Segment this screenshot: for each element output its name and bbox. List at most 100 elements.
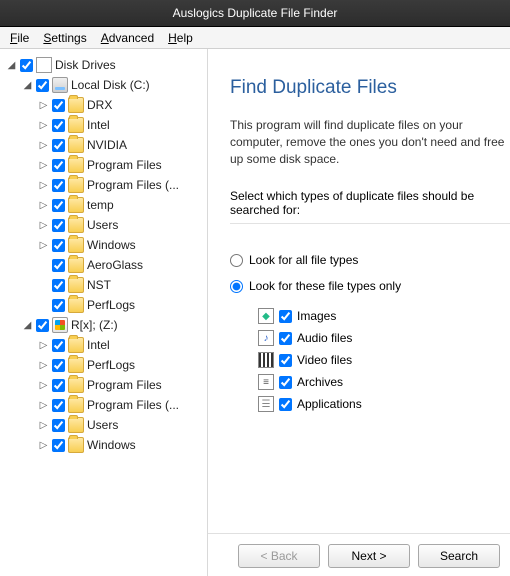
expand-icon[interactable]: ▷ <box>38 200 49 211</box>
tree-node[interactable]: ▷Intel <box>38 115 205 135</box>
tree-checkbox[interactable] <box>52 239 65 252</box>
expand-icon[interactable]: ▷ <box>38 220 49 231</box>
file-type-checkbox[interactable] <box>279 332 292 345</box>
tree-checkbox[interactable] <box>52 259 65 272</box>
menubar: File Settings Advanced Help <box>0 27 510 49</box>
tree-checkbox[interactable] <box>52 339 65 352</box>
tree-node[interactable]: ▷NVIDIA <box>38 135 205 155</box>
menu-advanced[interactable]: Advanced <box>95 29 160 47</box>
tree-node[interactable]: ▷Windows <box>38 235 205 255</box>
expand-icon[interactable]: ▷ <box>38 100 49 111</box>
file-type-checkbox[interactable] <box>279 376 292 389</box>
tree-label: Users <box>87 418 118 432</box>
tree-checkbox[interactable] <box>52 119 65 132</box>
collapse-icon[interactable]: ◢ <box>6 60 17 71</box>
tree-label: temp <box>87 198 114 212</box>
expand-icon[interactable]: ▷ <box>38 360 49 371</box>
drive-icon <box>52 77 68 93</box>
tree-node[interactable]: ◢Local Disk (C:) <box>22 75 205 95</box>
tree-checkbox[interactable] <box>52 99 65 112</box>
tree-node[interactable]: ▷ Program Files <box>38 155 205 175</box>
divider <box>230 223 510 225</box>
tree-checkbox[interactable] <box>36 319 49 332</box>
folder-icon <box>68 417 84 433</box>
tree-node[interactable]: ▷ PerfLogs <box>38 355 205 375</box>
tree-label: Windows <box>87 438 136 452</box>
expand-icon[interactable]: ▷ <box>38 240 49 251</box>
tree-label: PerfLogs <box>87 358 135 372</box>
expand-icon[interactable]: ▷ <box>38 120 49 131</box>
expand-icon[interactable]: ▷ <box>38 340 49 351</box>
tree-checkbox[interactable] <box>52 279 65 292</box>
tree-checkbox[interactable] <box>52 439 65 452</box>
tree-node[interactable]: AeroGlass <box>38 255 205 275</box>
tree-node[interactable]: ◢Disk Drives <box>6 55 205 75</box>
tree-checkbox[interactable] <box>52 159 65 172</box>
expand-icon[interactable]: ▷ <box>38 160 49 171</box>
tree-node[interactable]: ▷ Windows <box>38 435 205 455</box>
main-panel: Find Duplicate Files This program will f… <box>208 49 510 576</box>
tree-node[interactable]: ▷Program Files <box>38 375 205 395</box>
file-type-checkbox[interactable] <box>279 398 292 411</box>
tree-checkbox[interactable] <box>52 199 65 212</box>
radio-all[interactable] <box>230 254 243 267</box>
folder-icon <box>68 397 84 413</box>
tree-checkbox[interactable] <box>52 179 65 192</box>
menu-settings[interactable]: Settings <box>37 29 92 47</box>
tree-label: Users <box>87 218 118 232</box>
drives-icon <box>36 57 52 73</box>
tree-label: PerfLogs <box>87 298 135 312</box>
file-type-checkbox[interactable] <box>279 310 292 323</box>
tree-node[interactable]: ▷Program Files (... <box>38 395 205 415</box>
expand-icon[interactable]: ▷ <box>38 180 49 191</box>
tree-checkbox[interactable] <box>20 59 33 72</box>
folder-icon <box>68 177 84 193</box>
tree-checkbox[interactable] <box>36 79 49 92</box>
tree-node[interactable]: ▷ Users <box>38 415 205 435</box>
radio-all-row[interactable]: Look for all file types <box>230 253 510 267</box>
collapse-icon[interactable]: ◢ <box>22 80 33 91</box>
menu-file-rest: ile <box>17 31 29 45</box>
expand-icon[interactable]: ▷ <box>38 140 49 151</box>
file-type-row: Video files <box>258 349 510 371</box>
sidebar: ◢Disk Drives◢Local Disk (C:)▷DRX▷Intel▷N… <box>0 49 208 576</box>
tree-checkbox[interactable] <box>52 399 65 412</box>
expand-icon[interactable]: ▷ <box>38 400 49 411</box>
tree-node[interactable]: PerfLogs <box>38 295 205 315</box>
tree-node[interactable]: ▷Intel <box>38 335 205 355</box>
radio-only-row[interactable]: Look for these file types only <box>230 279 510 293</box>
tree-node[interactable]: ▷ DRX <box>38 95 205 115</box>
folder-icon <box>68 437 84 453</box>
folder-icon <box>68 257 84 273</box>
collapse-icon[interactable]: ◢ <box>22 320 33 331</box>
tree-checkbox[interactable] <box>52 139 65 152</box>
folder-icon <box>68 217 84 233</box>
tree-label: AeroGlass <box>87 258 143 272</box>
tree-checkbox[interactable] <box>52 359 65 372</box>
expand-icon[interactable]: ▷ <box>38 380 49 391</box>
tree-checkbox[interactable] <box>52 379 65 392</box>
file-type-label: Images <box>297 309 336 323</box>
tree-label: Program Files (... <box>87 178 179 192</box>
tree-checkbox[interactable] <box>52 219 65 232</box>
drive-win-icon <box>52 317 68 333</box>
tree-node[interactable]: ▷ Users <box>38 215 205 235</box>
tree-node[interactable]: ◢R[x]; (Z:) <box>22 315 205 335</box>
expand-icon[interactable]: ▷ <box>38 440 49 451</box>
tree-checkbox[interactable] <box>52 419 65 432</box>
tree-node[interactable]: NST <box>38 275 205 295</box>
back-button[interactable]: < Back <box>238 544 320 568</box>
tree-node[interactable]: ▷ temp <box>38 195 205 215</box>
tree-checkbox[interactable] <box>52 299 65 312</box>
tree-label: Program Files <box>87 158 162 172</box>
menu-file[interactable]: File <box>4 29 35 47</box>
file-type-checkbox[interactable] <box>279 354 292 367</box>
folder-icon <box>68 377 84 393</box>
tree-node[interactable]: ▷ Program Files (... <box>38 175 205 195</box>
menu-help[interactable]: Help <box>162 29 199 47</box>
search-button[interactable]: Search <box>418 544 500 568</box>
expand-icon[interactable]: ▷ <box>38 420 49 431</box>
next-button[interactable]: Next > <box>328 544 410 568</box>
tree-label: DRX <box>87 98 112 112</box>
radio-only[interactable] <box>230 280 243 293</box>
